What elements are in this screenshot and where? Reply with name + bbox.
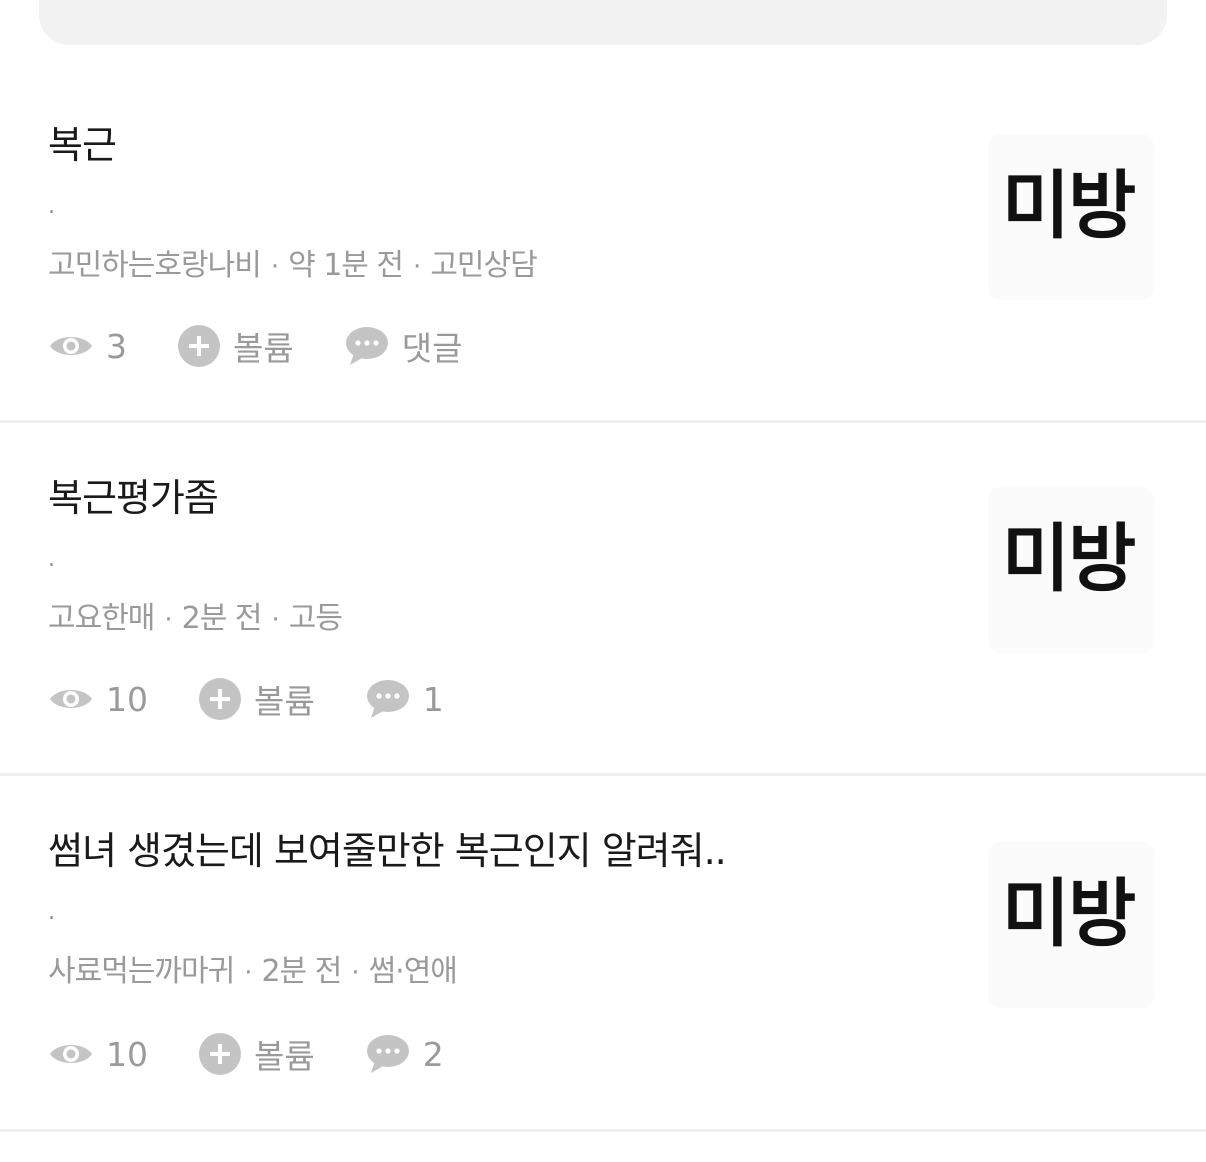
post-item[interactable]: 썸녀 생겼는데 보여줄만한 복근인지 알려줘.. . 사료먹는까마귀 · 2분 전 ·… xyxy=(0,776,1206,1132)
meta-separator: · xyxy=(271,605,280,635)
post-time: 약 1분 전 xyxy=(288,248,404,283)
post-board[interactable]: 고민상담 xyxy=(430,248,537,283)
meta-separator: · xyxy=(244,958,252,988)
post-author: 고요한매 xyxy=(48,601,155,636)
speech-bubble-icon xyxy=(365,678,411,720)
comments-count: 2 xyxy=(422,1034,444,1074)
speech-bubble-icon xyxy=(365,1033,411,1075)
post-body: . xyxy=(48,194,55,219)
volume-button[interactable]: 볼륨 xyxy=(198,675,315,723)
post-stats: 10 볼륨 2 xyxy=(48,1030,494,1078)
plus-circle-icon xyxy=(198,1032,242,1076)
plus-circle-icon xyxy=(177,324,221,368)
comments-count: 댓글 xyxy=(401,329,463,368)
volume-button[interactable]: 볼륨 xyxy=(198,1030,315,1078)
post-body: . xyxy=(48,900,55,925)
post-thumbnail[interactable]: 미방 xyxy=(988,134,1154,300)
views-stat: 10 xyxy=(48,1035,148,1074)
views-count: 10 xyxy=(106,679,148,719)
views-count: 10 xyxy=(106,1034,148,1074)
views-count: 3 xyxy=(106,326,127,366)
post-thumbnail[interactable]: 미방 xyxy=(988,487,1154,653)
meta-separator: · xyxy=(164,605,172,635)
post-title[interactable]: 썸녀 생겼는데 보여줄만한 복근인지 알려줘.. xyxy=(48,826,727,876)
post-time: 2분 전 xyxy=(261,954,342,989)
eye-icon xyxy=(48,1039,94,1069)
post-title[interactable]: 복근평가좀 xyxy=(48,473,219,523)
views-stat: 3 xyxy=(48,327,127,366)
comments-button[interactable]: 댓글 xyxy=(344,322,463,370)
post-title[interactable]: 복근 xyxy=(48,120,117,170)
comments-button[interactable]: 2 xyxy=(365,1033,444,1075)
meta-separator: · xyxy=(351,958,359,988)
meta-separator: · xyxy=(413,252,421,282)
post-item[interactable]: 복근 . 고민하는호랑나비 · 약 1분 전 · 고민상담 3 볼륨 댓글 미방 xyxy=(0,70,1206,423)
meta-separator: · xyxy=(270,252,279,282)
speech-bubble-icon xyxy=(344,325,390,367)
views-stat: 10 xyxy=(48,680,148,719)
post-item[interactable]: 복근평가좀 . 고요한매 · 2분 전 · 고등 10 볼륨 1 미방 xyxy=(0,423,1206,776)
plus-circle-icon xyxy=(198,677,242,721)
post-meta: 고민하는호랑나비 · 약 1분 전 · 고민상담 xyxy=(48,246,538,287)
post-board[interactable]: 고등 xyxy=(289,601,343,636)
post-stats: 3 볼륨 댓글 xyxy=(48,322,512,370)
search-box[interactable] xyxy=(39,0,1167,45)
thumbnail-text: 미방 xyxy=(1002,516,1136,602)
post-meta: 사료먹는까마귀 · 2분 전 · 썸·연애 xyxy=(48,952,458,993)
volume-label: 볼륨 xyxy=(254,1037,315,1076)
post-body: . xyxy=(48,547,55,572)
post-author: 사료먹는까마귀 xyxy=(48,954,235,989)
post-meta: 고요한매 · 2분 전 · 고등 xyxy=(48,599,343,640)
thumbnail-text: 미방 xyxy=(1002,163,1136,249)
post-time: 2분 전 xyxy=(181,601,263,636)
post-author: 고민하는호랑나비 xyxy=(48,248,262,283)
volume-button[interactable]: 볼륨 xyxy=(177,322,294,370)
volume-label: 볼륨 xyxy=(233,329,294,368)
post-stats: 10 볼륨 1 xyxy=(48,675,494,723)
thumbnail-text: 미방 xyxy=(1002,871,1136,957)
volume-label: 볼륨 xyxy=(254,682,315,721)
comments-count: 1 xyxy=(422,679,444,719)
eye-icon xyxy=(48,684,94,714)
post-thumbnail[interactable]: 미방 xyxy=(988,842,1154,1008)
comments-button[interactable]: 1 xyxy=(365,678,444,720)
post-board[interactable]: 썸·연애 xyxy=(369,954,458,989)
eye-icon xyxy=(48,331,94,361)
